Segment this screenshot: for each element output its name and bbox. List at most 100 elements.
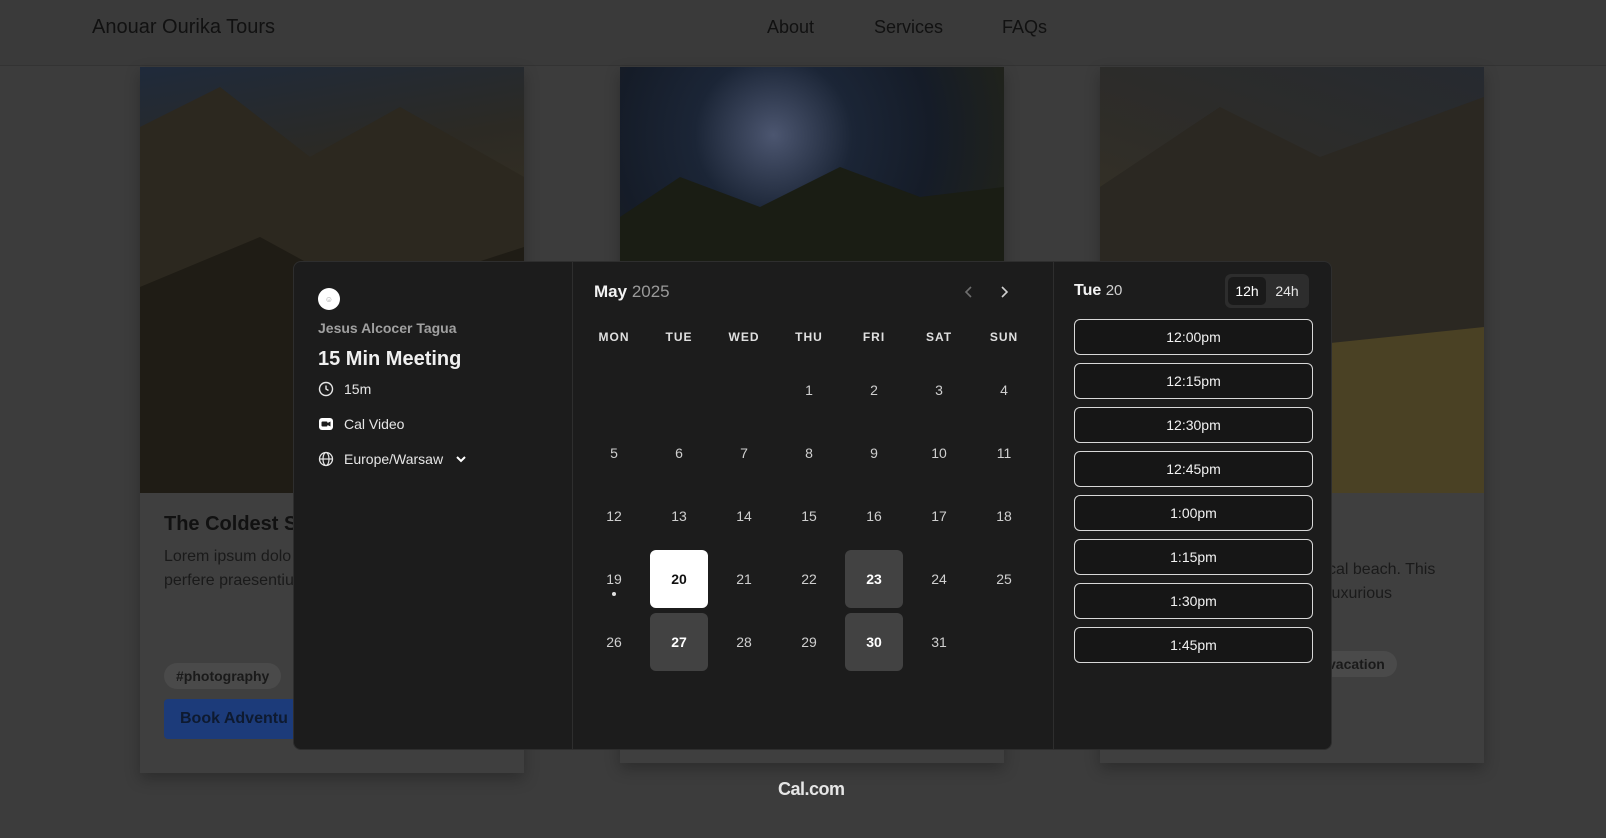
day-number: 15 (801, 508, 817, 524)
chevron-left-icon (964, 286, 972, 298)
calendar-panel: May 2025 MON TUE WED THU FRI SAT SUN 123456789… (573, 262, 1054, 749)
calendar-day: 5 (585, 424, 643, 482)
day-number: 27 (671, 634, 687, 650)
day-number: 8 (805, 445, 813, 461)
day-number: 1 (805, 382, 813, 398)
globe-icon (318, 451, 334, 467)
format-12h-button[interactable]: 12h (1228, 277, 1266, 305)
calendar-day: 29 (780, 613, 838, 671)
calendar-day[interactable]: 27 (650, 613, 708, 671)
nav-about[interactable]: About (767, 17, 814, 38)
nav-services[interactable]: Services (874, 17, 943, 38)
site-brand[interactable]: Anouar Ourika Tours (92, 16, 275, 39)
event-details-panel: ☺ Jesus Alcocer Tagua 15 Min Meeting 15m… (294, 262, 573, 749)
duration-label: 15m (344, 381, 372, 397)
calendar-day: 1 (780, 361, 838, 419)
booking-dialog: ☺ Jesus Alcocer Tagua 15 Min Meeting 15m… (293, 261, 1332, 750)
calendar-day[interactable]: 30 (845, 613, 903, 671)
weekday-wed: WED (728, 330, 760, 344)
today-indicator (612, 592, 616, 596)
calendar-day[interactable]: 20 (650, 550, 708, 608)
nav-faqs[interactable]: FAQs (1002, 17, 1047, 38)
tour-card-title: The Coldest S (164, 513, 298, 535)
calendar-day: 15 (780, 487, 838, 545)
calendar-day: 31 (910, 613, 968, 671)
day-number: 16 (866, 508, 882, 524)
calendar-day: 10 (910, 424, 968, 482)
calendar-day: 19 (585, 550, 643, 608)
time-slot-button[interactable]: 1:30pm (1074, 583, 1313, 619)
video-camera-icon (318, 416, 334, 432)
day-number: 26 (606, 634, 622, 650)
duration-row: 15m (318, 381, 371, 397)
day-number: 7 (740, 445, 748, 461)
day-number: 25 (996, 571, 1012, 587)
weekday-mon: MON (598, 330, 630, 344)
time-slot-button[interactable]: 12:15pm (1074, 363, 1313, 399)
tour-photo-sunlight (620, 67, 1004, 262)
calendar-day: 12 (585, 487, 643, 545)
site-header: Anouar Ourika Tours About Services FAQs (0, 0, 1606, 66)
day-number: 20 (671, 571, 687, 587)
chevron-right-icon (1001, 286, 1009, 298)
day-number: 29 (801, 634, 817, 650)
time-slots-panel: Tue 20 12h 24h 12:00pm 12:15pm 12:30pm 12:4… (1054, 262, 1331, 749)
cal-com-logo[interactable]: Cal.com (778, 779, 845, 800)
day-number: 17 (931, 508, 947, 524)
weekday-fri: FRI (862, 330, 886, 344)
month-title: May 2025 (594, 282, 670, 301)
format-24h-button[interactable]: 24h (1268, 277, 1306, 305)
calendar-day: 11 (975, 424, 1033, 482)
calendar-day[interactable]: 23 (845, 550, 903, 608)
day-number: 9 (870, 445, 878, 461)
clock-icon (318, 381, 334, 397)
calendar-day: 7 (715, 424, 773, 482)
calendar-day: 8 (780, 424, 838, 482)
selected-date-label: Tue 20 (1074, 282, 1123, 299)
weekday-sat: SAT (925, 330, 953, 344)
time-slot-button[interactable]: 12:30pm (1074, 407, 1313, 443)
calendar-day: 4 (975, 361, 1033, 419)
calendar-day: 24 (910, 550, 968, 608)
timezone-selector[interactable]: Europe/Warsaw (318, 451, 469, 467)
calendar-day: 28 (715, 613, 773, 671)
day-number: 22 (801, 571, 817, 587)
day-number: 11 (996, 445, 1012, 461)
calendar-day: 21 (715, 550, 773, 608)
time-format-toggle: 12h 24h (1225, 274, 1309, 308)
weekday-sun: SUN (989, 330, 1019, 344)
calendar-day: 9 (845, 424, 903, 482)
day-number: 23 (866, 571, 882, 587)
calendar-day: 26 (585, 613, 643, 671)
day-number: 13 (671, 508, 687, 524)
day-number: 3 (935, 382, 943, 398)
day-number: 30 (866, 634, 882, 650)
calendar-day: 16 (845, 487, 903, 545)
calendar-day: 17 (910, 487, 968, 545)
time-slot-button[interactable]: 1:45pm (1074, 627, 1313, 663)
time-slot-button[interactable]: 1:15pm (1074, 539, 1313, 575)
previous-month-button[interactable] (959, 282, 979, 302)
next-month-button[interactable] (994, 282, 1014, 302)
book-adventure-button[interactable]: Book Adventu (164, 699, 304, 739)
day-number: 18 (996, 508, 1012, 524)
location-row: Cal Video (318, 416, 404, 432)
calendar-day: 3 (910, 361, 968, 419)
weekday-thu: THU (795, 330, 823, 344)
calendar-day: 6 (650, 424, 708, 482)
day-number: 2 (870, 382, 878, 398)
day-number: 5 (610, 445, 618, 461)
time-slot-button[interactable]: 1:00pm (1074, 495, 1313, 531)
day-number: 19 (606, 571, 622, 587)
tag-photography[interactable]: #photography (164, 663, 282, 689)
day-number: 28 (736, 634, 752, 650)
calendar-day: 2 (845, 361, 903, 419)
avatar: ☺ (318, 288, 340, 310)
calendar-day: 18 (975, 487, 1033, 545)
day-number: 12 (606, 508, 622, 524)
day-number: 31 (931, 634, 947, 650)
time-slot-button[interactable]: 12:00pm (1074, 319, 1313, 355)
time-slot-button[interactable]: 12:45pm (1074, 451, 1313, 487)
chevron-down-icon (453, 451, 469, 467)
day-number: 24 (931, 571, 947, 587)
